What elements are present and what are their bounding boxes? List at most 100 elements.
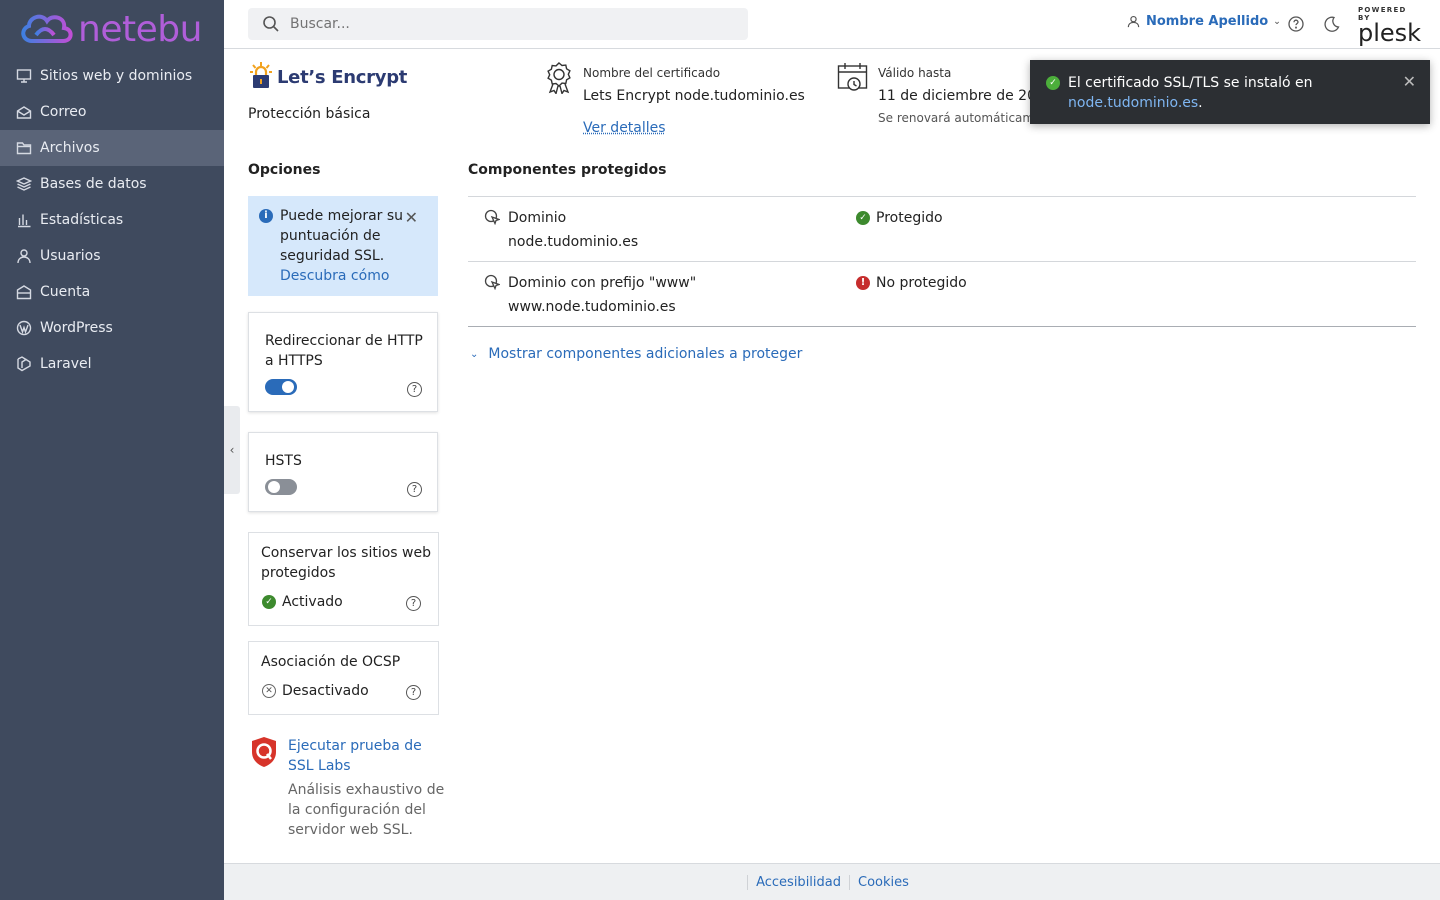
view-details-link[interactable]: Ver detalles [583,120,666,136]
help-icon[interactable]: ? [406,596,421,611]
sidebar-item-users[interactable]: Usuarios [0,238,224,274]
protection-level: Protección básica [248,106,371,122]
ocsp-label: Asociación de OCSP [261,654,401,670]
close-icon[interactable]: ✕ [1403,72,1416,92]
laravel-icon [16,356,32,372]
footer-link-accessibility[interactable]: Accesibilidad [747,874,849,890]
sidebar-item-label: WordPress [40,320,113,336]
keep-secured-status: ✓ Activado [262,594,343,610]
help-icon[interactable]: ? [407,482,422,497]
lets-encrypt-logo: Let’s Encrypt [248,61,407,89]
plesk-logo: POWERED BY plesk [1358,6,1421,45]
sidebar-item-account[interactable]: Cuenta [0,274,224,310]
options-title: Opciones [248,162,321,178]
check-circle-icon: ✓ [1046,76,1060,90]
toggle-knob [282,381,294,393]
brand-logo[interactable]: netebu [0,0,224,58]
brand-name: netebu [78,8,202,50]
search-icon [263,16,279,32]
award-badge-icon [545,62,573,96]
show-additional-components-label: Mostrar componentes adicionales a proteg… [488,346,803,362]
account-icon [16,284,32,300]
monitor-icon [16,68,32,84]
folder-icon [16,140,32,156]
protected-components-title: Componentes protegidos [468,162,667,178]
table-row: Dominio node.tudominio.es ✓ Protegido [468,197,1416,262]
wordpress-icon [16,320,32,336]
cloud-logo-icon [21,14,73,43]
sidebar-collapse-handle[interactable]: ‹ [224,406,240,494]
valid-until-label: Válido hasta [878,66,952,80]
toast-suffix: . [1198,95,1203,111]
toast-text: El certificado SSL/TLS se instaló en [1068,75,1313,91]
mail-icon [16,104,32,120]
certificate-name-value: Lets Encrypt node.tudominio.es [583,88,805,104]
chevron-down-icon: ⌄ [1273,16,1281,27]
footer-link-cookies[interactable]: Cookies [849,874,917,890]
chevron-left-icon: ‹ [229,443,235,457]
keep-secured-label: Conservar los sitios web protegidos [261,545,431,581]
redirect-https-toggle[interactable] [265,379,297,395]
sidebar-item-label: Archivos [40,140,100,156]
check-circle-icon: ✓ [856,211,870,225]
component-status: ! No protegido [856,275,967,291]
sidebar-nav: Sitios web y dominios Correo Archivos Ba… [0,58,224,382]
run-ssl-labs-test-link[interactable]: Ejecutar prueba de SSL Labs [288,736,448,776]
help-icon[interactable]: ? [406,685,421,700]
database-icon [16,176,32,192]
search-input[interactable] [290,16,730,32]
info-icon: i [259,209,273,223]
toast-domain-link[interactable]: node.tudominio.es [1068,95,1198,111]
sidebar-item-label: Usuarios [40,248,101,264]
help-icon[interactable]: ? [407,382,422,397]
lets-encrypt-wordmark: Let’s Encrypt [277,67,408,88]
top-header: Nombre Apellido ⌄ POWERED BY plesk [224,0,1440,49]
sidebar-item-laravel[interactable]: Laravel [0,346,224,382]
hsts-card: HSTS ? [248,432,438,512]
alert-circle-icon: ! [856,276,870,290]
sidebar-item-databases[interactable]: Bases de datos [0,166,224,202]
sidebar-item-label: Sitios web y dominios [40,68,193,84]
auto-renew-note: Se renovará automáticamente [878,111,1037,125]
check-circle-icon: ✓ [262,595,276,609]
user-menu[interactable]: Nombre Apellido ⌄ [1127,14,1281,29]
bar-chart-icon [16,212,32,228]
calendar-clock-icon [837,62,868,94]
sidebar-item-label: Cuenta [40,284,91,300]
certificate-name-block: Nombre del certificado Lets Encrypt node… [545,62,805,142]
dark-mode-toggle[interactable] [1323,15,1341,33]
close-icon[interactable]: ✕ [405,208,418,228]
page-footer: Accesibilidad Cookies [224,863,1440,900]
valid-until-block: Válido hasta 11 de diciembre de 2024 Se … [837,62,1037,132]
sidebar-item-statistics[interactable]: Estadísticas [0,202,224,238]
sidebar-item-label: Bases de datos [40,176,147,192]
certificate-name-label: Nombre del certificado [583,66,721,80]
show-additional-components-link[interactable]: ⌄ Mostrar componentes adicionales a prot… [470,346,802,362]
component-status-text: No protegido [876,275,967,291]
padlock-sun-icon [250,62,272,88]
help-button[interactable] [1287,15,1305,33]
sidebar-item-wordpress[interactable]: WordPress [0,310,224,346]
sidebar-item-websites[interactable]: Sitios web y dominios [0,58,224,94]
user-icon [1127,15,1140,28]
hsts-toggle[interactable] [265,479,297,495]
component-status: ✓ Protegido [856,210,943,226]
search-bar[interactable] [248,8,748,40]
valid-until-value: 11 de diciembre de 2024 [878,88,1037,104]
success-toast: ✓ El certificado SSL/TLS se instaló en n… [1030,60,1430,124]
toggle-knob [268,481,280,493]
domain-pointer-icon [484,274,501,291]
redirect-https-label: Redireccionar de HTTP a HTTPS [265,333,423,369]
component-name: Dominio con prefijo "www" [508,275,697,291]
domain-pointer-icon [484,209,501,226]
sidebar-item-label: Estadísticas [40,212,124,228]
table-row: Dominio con prefijo "www" www.node.tudom… [468,262,1416,327]
ocsp-status: ✕ Desactivado [262,683,369,699]
user-name: Nombre Apellido [1146,14,1269,29]
sidebar-item-files[interactable]: Archivos [0,130,224,166]
learn-how-link[interactable]: Descubra cómo [280,268,389,284]
ssl-score-info-box: i Puede mejorar su puntuación de segurid… [248,196,438,296]
sidebar-item-label: Laravel [40,356,92,372]
sidebar-item-mail[interactable]: Correo [0,94,224,130]
component-domain: www.node.tudominio.es [508,299,676,315]
